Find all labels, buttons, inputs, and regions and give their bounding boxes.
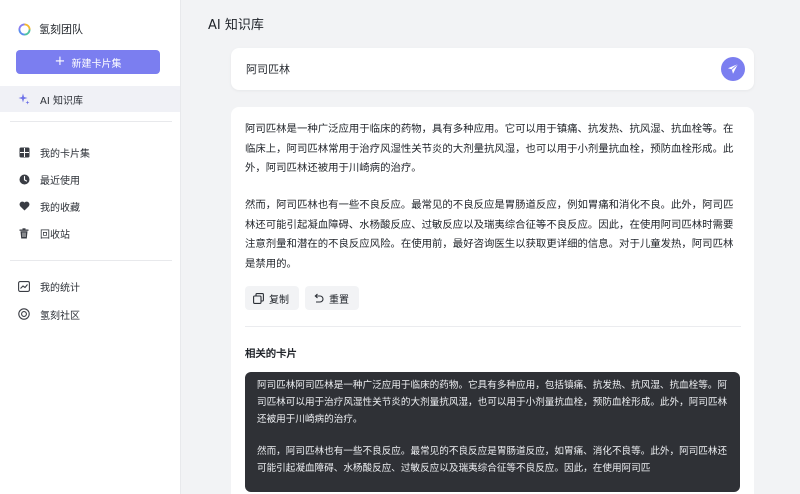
answer-paragraph: 阿司匹林是一种广泛应用于临床的药物，具有多种应用。它可以用于镇痛、抗发热、抗风湿… (245, 123, 734, 174)
sidebar-divider (10, 260, 172, 261)
sidebar-item-label: 最近使用 (40, 175, 80, 187)
sidebar-item-trash[interactable]: 回收站 (0, 220, 180, 246)
plus-icon: + (54, 54, 66, 69)
answer-card: 阿司匹林是一种广泛应用于临床的药物，具有多种应用。它可以用于镇痛、抗发热、抗风湿… (231, 107, 754, 494)
brand-logo-icon (18, 22, 31, 36)
copy-button[interactable]: 复制 (245, 286, 299, 310)
related-card-paragraph: 阿司匹林阿司匹林是一种广泛应用于临床的药物。它具有多种应用，包括镇痛、抗发热、抗… (257, 380, 728, 425)
related-card[interactable]: 阿司匹林阿司匹林是一种广泛应用于临床的药物。它具有多种应用，包括镇痛、抗发热、抗… (245, 372, 740, 492)
grid-icon (18, 146, 30, 158)
related-cards-title: 相关的卡片 (245, 348, 297, 360)
sidebar-item-label: AI 知识库 (40, 95, 83, 107)
brand[interactable]: 氢刻团队 (18, 20, 83, 38)
card-divider (245, 326, 741, 327)
new-card-set-label: 新建卡片集 (71, 58, 122, 70)
send-button[interactable] (721, 57, 745, 81)
brand-name: 氢刻团队 (39, 23, 83, 36)
sidebar-item-recent[interactable]: 最近使用 (0, 166, 180, 192)
undo-icon (314, 293, 324, 303)
community-icon (18, 308, 30, 320)
sidebar-item-community[interactable]: 氢刻社区 (0, 301, 180, 327)
sidebar-item-label: 我的收藏 (40, 202, 80, 214)
sidebar-item-label: 氢刻社区 (40, 310, 80, 322)
reset-button[interactable]: 重置 (305, 286, 359, 310)
reset-label: 重置 (329, 294, 349, 306)
sidebar-divider (10, 121, 172, 122)
copy-icon (253, 292, 264, 304)
sidebar-item-label: 回收站 (40, 229, 70, 241)
trash-icon (18, 227, 30, 239)
send-icon (728, 63, 739, 74)
sidebar-item-ai-knowledge[interactable]: AI 知识库 (0, 86, 180, 112)
answer-paragraph: 然而，阿司匹林也有一些不良反应。最常见的不良反应是胃肠道反应，例如胃痛和消化不良… (245, 199, 734, 270)
sidebar-item-my-card-sets[interactable]: 我的卡片集 (0, 139, 180, 165)
heart-icon (18, 200, 30, 212)
sidebar-item-label: 我的统计 (40, 282, 80, 294)
sidebar-item-label: 我的卡片集 (40, 148, 90, 160)
copy-label: 复制 (269, 294, 289, 306)
related-card-paragraph: 然而，阿司匹林也有一些不良反应。最常见的不良反应是胃肠道反应，如胃痛、消化不良等… (257, 446, 728, 475)
sidebar-item-statistics[interactable]: 我的统计 (0, 273, 180, 299)
chart-icon (18, 280, 30, 292)
clock-icon (18, 173, 30, 185)
sidebar-item-favorites[interactable]: 我的收藏 (0, 193, 180, 219)
new-card-set-button[interactable]: + 新建卡片集 (16, 50, 160, 74)
sidebar: 氢刻团队 + 新建卡片集 AI 知识库 我的卡片集 最近使用 我的收藏 回收站 … (0, 0, 181, 494)
sparkle-icon (18, 93, 30, 105)
search-box (231, 48, 754, 90)
page-title: AI 知识库 (208, 18, 264, 33)
search-input[interactable] (246, 59, 686, 79)
